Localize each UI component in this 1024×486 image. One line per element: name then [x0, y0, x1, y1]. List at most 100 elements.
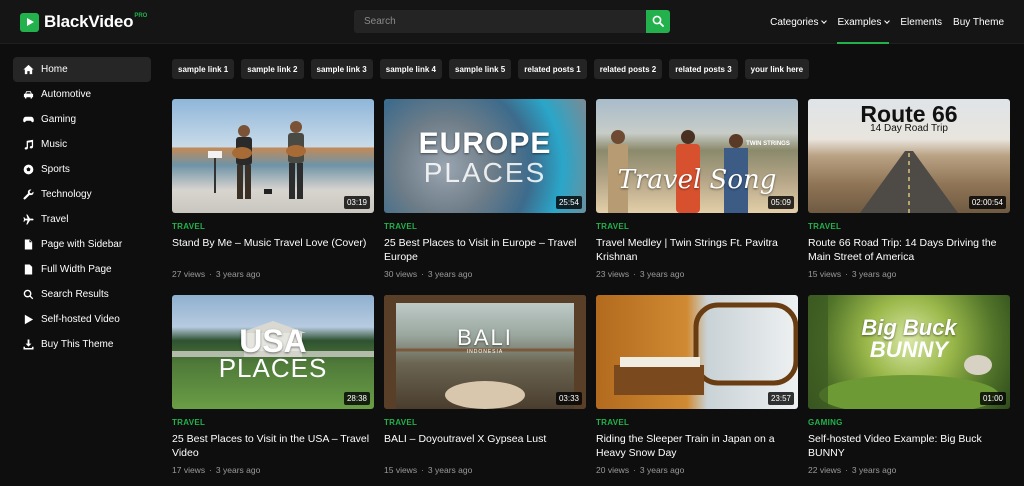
video-meta: 23 views · 3 years ago [596, 269, 685, 279]
video-title[interactable]: Riding the Sleeper Train in Japan on a H… [596, 432, 798, 460]
upload-age: 3 years ago [639, 269, 685, 279]
video-category[interactable]: GAMING [808, 418, 1010, 427]
video-card[interactable]: 23:57 TRAVEL Riding the Sleeper Train in… [596, 295, 798, 481]
thumbnail-headline: EUROPE [418, 127, 552, 160]
video-thumbnail[interactable]: Big Buck BUNNY 01:00 [808, 295, 1010, 409]
video-title[interactable]: BALI – Doyoutravel X Gypsea Lust [384, 432, 586, 460]
view-count: 20 views [596, 465, 630, 475]
chevron-down-icon [821, 17, 828, 24]
nav-buy-theme[interactable]: Buy Theme [953, 0, 1004, 44]
file-icon [23, 239, 34, 250]
sidebar-item-buy-this-theme[interactable]: Buy This Theme [13, 332, 151, 357]
plane-icon [23, 214, 34, 225]
sidebar-item-label: Search Results [41, 289, 109, 300]
sidebar-item-label: Self-hosted Video [41, 314, 120, 325]
sidebar-item-sports[interactable]: Sports [13, 157, 151, 182]
thumbnail-subheadline: PLACES [218, 353, 328, 383]
sidebar-item-travel[interactable]: Travel [13, 207, 151, 232]
chip-link[interactable]: related posts 1 [518, 59, 587, 79]
chip-link[interactable]: sample link 5 [449, 59, 512, 79]
search-input[interactable] [354, 10, 646, 33]
video-category[interactable]: TRAVEL [596, 418, 798, 427]
car-icon [23, 89, 34, 100]
upload-age: 3 years ago [215, 269, 261, 279]
video-title[interactable]: Self-hosted Video Example: Big Buck BUNN… [808, 432, 1010, 460]
chip-link[interactable]: sample link 1 [172, 59, 235, 79]
sidebar-item-search-results[interactable]: Search Results [13, 282, 151, 307]
video-card[interactable]: TWIN STRINGS Travel Song 05:09 TRAVEL Tr… [596, 99, 798, 285]
chip-link[interactable]: related posts 3 [669, 59, 738, 79]
sidebar-item-home[interactable]: Home [13, 57, 151, 82]
video-card[interactable]: Route 66 14 Day Road Trip 02:00:54 TRAVE… [808, 99, 1010, 285]
sidebar-item-page-with-sidebar[interactable]: Page with Sidebar [13, 232, 151, 257]
video-duration: 03:33 [555, 392, 582, 405]
video-thumbnail[interactable]: Route 66 14 Day Road Trip 02:00:54 [808, 99, 1010, 213]
nav-elements[interactable]: Elements [900, 0, 942, 44]
video-duration: 28:38 [343, 392, 370, 405]
sidebar-item-gaming[interactable]: Gaming [13, 107, 151, 132]
thumbnail-subheadline: PLACES [423, 157, 547, 188]
chip-link[interactable]: your link here [744, 59, 810, 79]
video-meta: 20 views · 3 years ago [596, 465, 685, 475]
sidebar-item-label: Full Width Page [41, 264, 112, 275]
video-thumbnail[interactable]: TWIN STRINGS Travel Song 05:09 [596, 99, 798, 213]
chip-link[interactable]: sample link 2 [241, 59, 304, 79]
video-thumbnail[interactable]: EUROPE PLACES 25:54 [384, 99, 586, 213]
search-bar [354, 10, 670, 33]
view-count: 15 views [384, 465, 418, 475]
file-icon [23, 264, 34, 275]
video-card[interactable]: 03:19 TRAVEL Stand By Me – Music Travel … [172, 99, 374, 285]
video-category[interactable]: TRAVEL [384, 222, 586, 231]
view-count: 27 views [172, 269, 206, 279]
top-header: BlackVideo PRO Categories Examples Eleme… [0, 0, 1024, 44]
sidebar-item-label: Home [41, 64, 68, 75]
video-title[interactable]: 25 Best Places to Visit in the USA – Tra… [172, 432, 374, 460]
video-thumbnail[interactable]: 03:19 [172, 99, 374, 213]
video-thumbnail[interactable]: 23:57 [596, 295, 798, 409]
sidebar-item-label: Gaming [41, 114, 77, 125]
nav-label: Categories [770, 16, 819, 28]
video-card[interactable]: BALI INDONESIA 03:33 TRAVEL BALI – Doyou… [384, 295, 586, 481]
thumbnail-headline: Travel Song [617, 165, 777, 195]
chip-link[interactable]: related posts 2 [593, 59, 663, 79]
video-category[interactable]: TRAVEL [172, 418, 374, 427]
upload-age: 3 years ago [427, 269, 473, 279]
sidebar-item-self-hosted-video[interactable]: Self-hosted Video [13, 307, 151, 332]
soccer-ball-icon [23, 164, 34, 175]
video-meta: 22 views · 3 years ago [808, 465, 897, 475]
chip-link[interactable]: sample link 3 [310, 59, 373, 79]
brand-logo[interactable]: BlackVideo PRO [20, 11, 147, 33]
video-category[interactable]: TRAVEL [808, 222, 1010, 231]
sidebar-item-full-width-page[interactable]: Full Width Page [13, 257, 151, 282]
upload-age: 3 years ago [215, 465, 261, 475]
upload-age: 3 years ago [427, 465, 473, 475]
video-card[interactable]: EUROPE PLACES 25:54 TRAVEL 25 Best Place… [384, 99, 586, 285]
sidebar-item-label: Travel [41, 214, 69, 225]
wrench-icon [23, 189, 34, 200]
nav-categories[interactable]: Categories [770, 0, 828, 44]
sidebar-item-automotive[interactable]: Automotive [13, 82, 151, 107]
video-title[interactable]: 25 Best Places to Visit in Europe – Trav… [384, 236, 586, 264]
video-thumbnail[interactable]: BALI INDONESIA 03:33 [384, 295, 586, 409]
nav-examples[interactable]: Examples [837, 0, 891, 44]
video-card[interactable]: Big Buck BUNNY 01:00 GAMING Self-hosted … [808, 295, 1010, 481]
video-thumbnail[interactable]: USA PLACES 28:38 [172, 295, 374, 409]
play-logo-icon [20, 12, 39, 32]
chip-link[interactable]: sample link 4 [379, 59, 442, 79]
video-duration: 02:00:54 [968, 196, 1006, 209]
video-title[interactable]: Route 66 Road Trip: 14 Days Driving the … [808, 236, 1010, 264]
upload-age: 3 years ago [851, 465, 897, 475]
search-button[interactable] [646, 10, 670, 33]
video-title[interactable]: Travel Medley | Twin Strings Ft. Pavitra… [596, 236, 798, 264]
upload-age: 3 years ago [639, 465, 685, 475]
video-category[interactable]: TRAVEL [596, 222, 798, 231]
video-card[interactable]: USA PLACES 28:38 TRAVEL 25 Best Places t… [172, 295, 374, 481]
sidebar-item-technology[interactable]: Technology [13, 182, 151, 207]
video-title[interactable]: Stand By Me – Music Travel Love (Cover) [172, 236, 374, 264]
video-duration: 05:09 [767, 196, 794, 209]
brand-badge: PRO [134, 13, 148, 19]
video-category[interactable]: TRAVEL [172, 222, 374, 231]
video-category[interactable]: TRAVEL [384, 418, 586, 427]
quick-links: sample link 1 sample link 2 sample link … [172, 59, 810, 79]
sidebar-item-music[interactable]: Music [13, 132, 151, 157]
